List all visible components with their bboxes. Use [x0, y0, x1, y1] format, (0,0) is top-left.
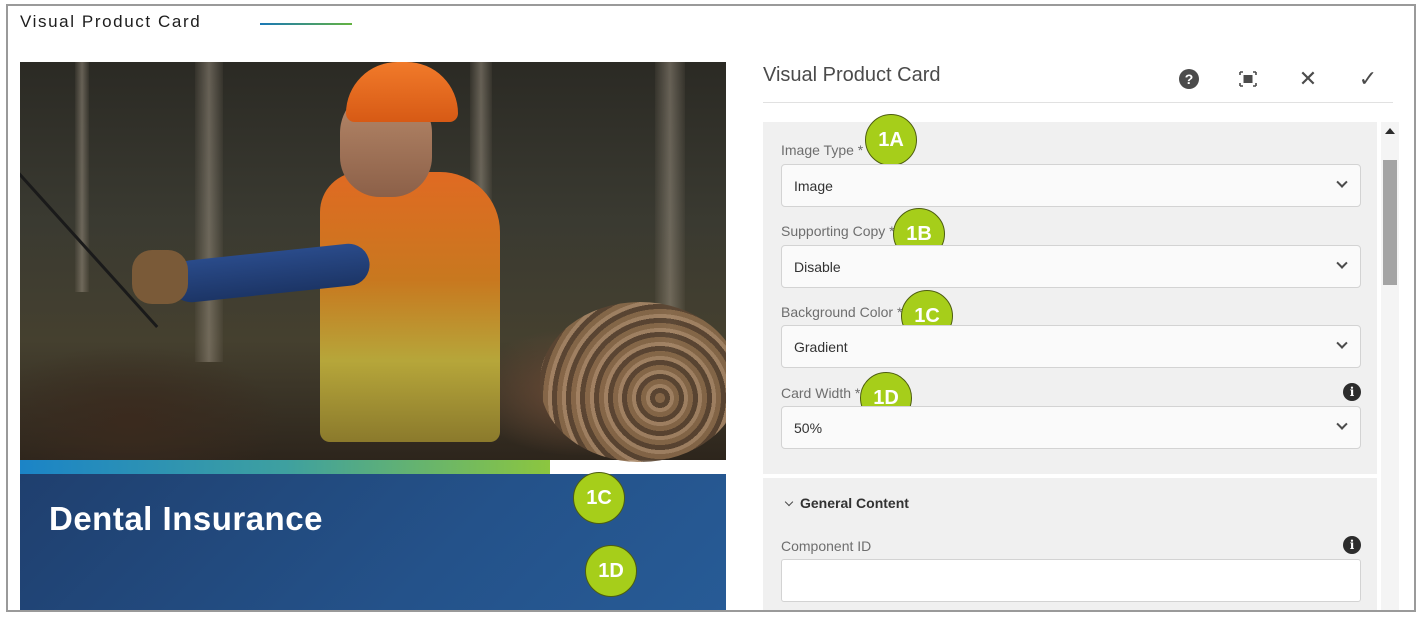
supporting-copy-select[interactable]: Disable	[781, 245, 1361, 288]
supporting-copy-value: Disable	[794, 259, 841, 275]
card-width-value: 50%	[794, 420, 823, 436]
card-preview[interactable]: Dental Insurance	[20, 62, 726, 610]
chevron-down-icon	[1334, 419, 1350, 435]
card-heading: Dental Insurance	[49, 500, 323, 537]
section-label: General Content	[800, 495, 909, 511]
chevron-down-icon	[784, 497, 794, 507]
annotation-badge-1a: 1A	[865, 114, 917, 166]
card-photo	[20, 62, 726, 462]
scroll-up-icon[interactable]	[1385, 128, 1395, 134]
supporting-copy-label: Supporting Copy *	[781, 223, 895, 239]
image-type-value: Image	[794, 178, 833, 194]
help-icon[interactable]: ?	[1176, 66, 1202, 92]
check-icon[interactable]: ✓	[1355, 66, 1381, 92]
gradient-accent-bar	[20, 460, 550, 474]
info-icon[interactable]: i	[1343, 536, 1361, 554]
image-type-label: Image Type *	[781, 142, 864, 158]
fullscreen-icon[interactable]	[1235, 66, 1261, 92]
card-width-label: Card Width *	[781, 385, 861, 401]
card-width-select[interactable]: 50%	[781, 406, 1361, 449]
image-type-select[interactable]: Image	[781, 164, 1361, 207]
page-title: Visual Product Card	[20, 12, 202, 31]
title-underline	[260, 23, 352, 25]
close-icon[interactable]: ✕	[1295, 66, 1321, 92]
annotation-badge-1c: 1C	[573, 472, 625, 524]
dialog-title: Visual Product Card	[763, 64, 941, 86]
general-content-section-toggle[interactable]: General Content	[784, 495, 909, 511]
scrollbar-thumb[interactable]	[1383, 160, 1397, 285]
component-id-input[interactable]	[781, 559, 1361, 602]
chevron-down-icon	[1334, 258, 1350, 274]
background-color-label: Background Color *	[781, 304, 903, 320]
component-id-label: Component ID	[781, 538, 872, 554]
info-icon[interactable]: i	[1343, 383, 1361, 401]
dialog-divider	[763, 102, 1393, 103]
background-color-value: Gradient	[794, 339, 848, 355]
app-frame: Visual Product Card Dental Insurance 1C …	[6, 4, 1416, 612]
background-color-select[interactable]: Gradient	[781, 325, 1361, 368]
chevron-down-icon	[1334, 177, 1350, 193]
chevron-down-icon	[1334, 338, 1350, 354]
annotation-badge-1d: 1D	[585, 545, 637, 597]
